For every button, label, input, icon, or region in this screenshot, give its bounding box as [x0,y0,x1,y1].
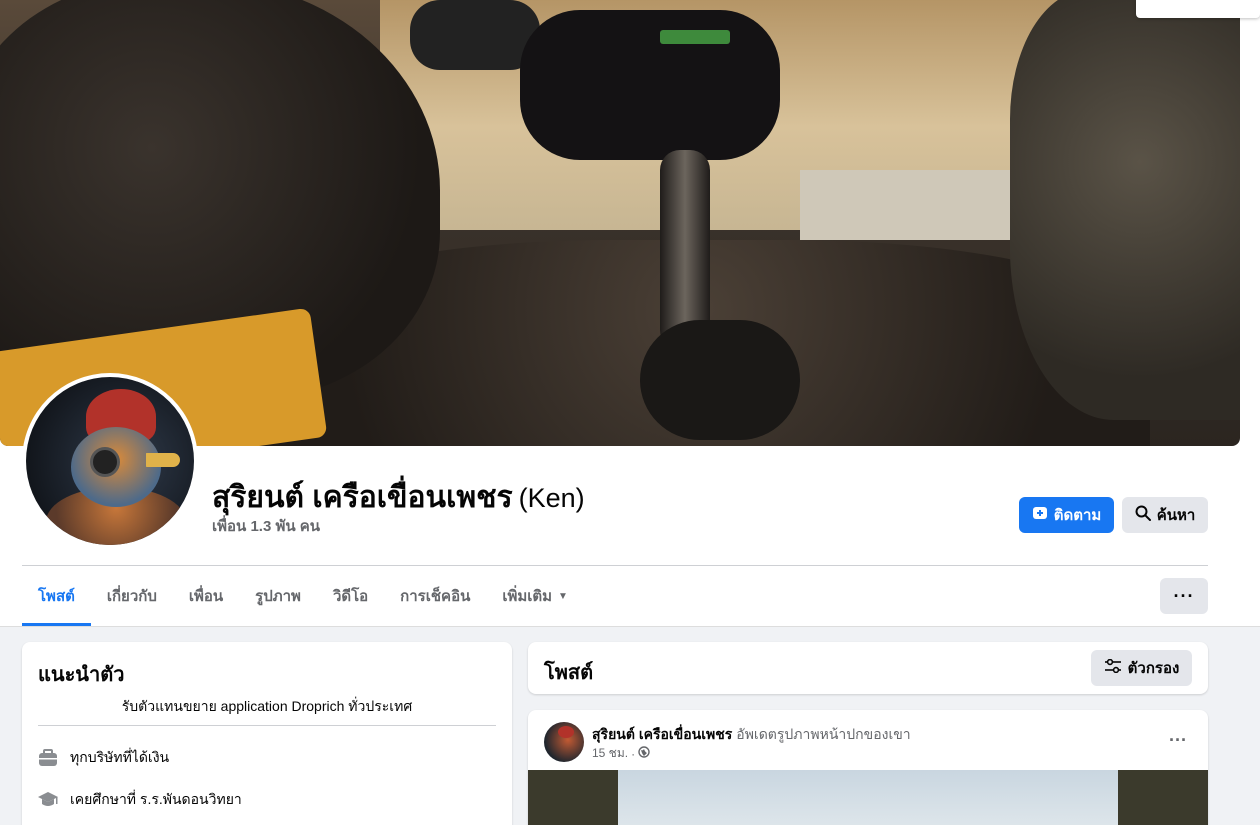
tab-checkins[interactable]: การเช็คอิน [384,566,486,626]
post-image[interactable] [528,770,1208,825]
intro-card: แนะนำตัว รับตัวแทนขยาย application Dropr… [22,642,512,825]
post-timestamp[interactable]: 15 ชม. [592,744,628,763]
profile-more-button[interactable]: ··· [1160,578,1208,614]
intro-separator [38,725,496,726]
tab-friends[interactable]: เพื่อน [173,566,239,626]
profile-alt-name: (Ken) [518,483,585,513]
tab-posts[interactable]: โพสต์ [22,566,91,626]
intro-item-work: ทุกบริษัทที่ได้เงิน [38,747,169,769]
post-meta: 15 ชม. · [592,744,650,763]
graduation-cap-icon [38,790,58,810]
top-popup-edge [1136,0,1260,18]
profile-avatar[interactable] [22,373,198,549]
post-card: สุริยนต์ เครือเขื่อนเพชร อัพเดตรูปภาพหน้า… [528,710,1208,825]
post-author-name[interactable]: สุริยนต์ เครือเขื่อนเพชร [592,726,732,742]
profile-header: สุริยนต์ เครือเขื่อนเพชร (Ken) เพื่อน 1.3… [0,0,1260,627]
follow-label: ติดตาม [1053,507,1102,524]
filter-button[interactable]: ตัวกรอง [1091,650,1192,686]
tab-about[interactable]: เกี่ยวกับ [91,566,173,626]
profile-tabs: โพสต์ เกี่ยวกับ เพื่อน รูปภาพ วิดีโอ การ… [22,566,584,626]
post-author-avatar[interactable] [544,722,584,762]
post-action-text: อัพเดตรูปภาพหน้าปกของเขา [736,726,911,742]
cover-photo[interactable] [0,0,1240,446]
filter-icon [1104,658,1122,677]
follow-button[interactable]: ติดตาม [1019,497,1114,533]
filter-label: ตัวกรอง [1127,660,1180,677]
profile-name: สุริยนต์ เครือเขื่อนเพชร [212,481,513,514]
intro-item-education: เคยศึกษาที่ ร.ร.พันดอนวิทยา [38,789,242,811]
friends-count[interactable]: เพื่อน 1.3 พัน คน [212,514,320,538]
posts-header-card: โพสต์ ตัวกรอง [528,642,1208,694]
follow-icon [1032,505,1048,525]
tab-more[interactable]: เพิ่มเติม ▼ [486,566,584,626]
globe-icon [638,746,650,761]
intro-item-label: ทุกบริษัทที่ได้เงิน [70,749,170,765]
posts-title: โพสต์ [544,662,594,684]
search-label: ค้นหา [1156,507,1196,524]
intro-item-label: เคยศึกษาที่ ร.ร.พันดอนวิทยา [70,791,242,807]
tab-photos[interactable]: รูปภาพ [239,566,317,626]
caret-down-icon: ▼ [558,590,568,602]
intro-title: แนะนำตัว [38,664,125,686]
post-options-button[interactable]: ··· [1160,728,1196,752]
search-button[interactable]: ค้นหา [1122,497,1208,533]
intro-bio: รับตัวแทนขยาย application Droprich ทั่วป… [121,698,413,714]
search-icon [1135,505,1151,525]
tab-videos[interactable]: วิดีโอ [317,566,384,626]
post-header-line: สุริยนต์ เครือเขื่อนเพชร อัพเดตรูปภาพหน้า… [592,724,911,746]
meta-separator: · [631,746,636,761]
briefcase-icon [38,748,58,768]
